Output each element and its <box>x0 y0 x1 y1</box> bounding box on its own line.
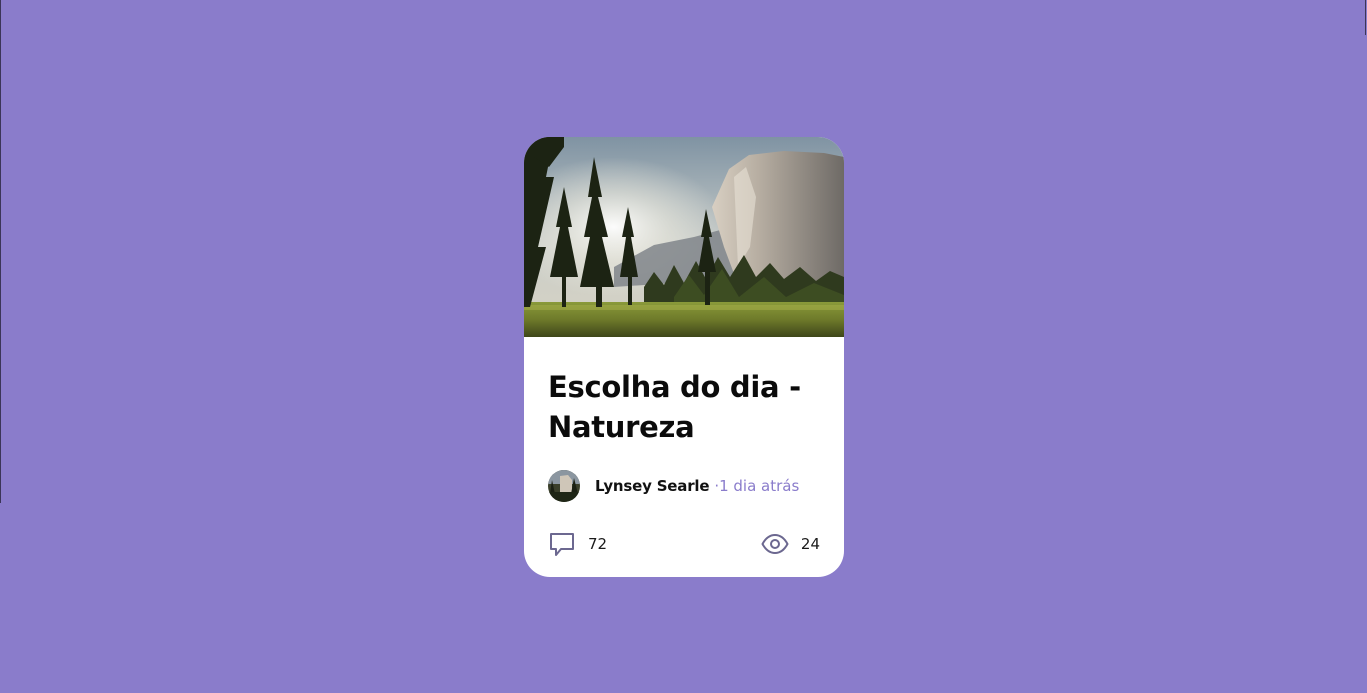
avatar-image <box>548 470 580 502</box>
post-stats: 72 24 <box>548 529 820 559</box>
author-name[interactable]: Lynsey Searle <box>595 477 710 495</box>
post-time: 1 dia atrás <box>719 477 800 495</box>
comments-count: 72 <box>588 535 608 553</box>
eye-icon <box>761 534 789 554</box>
card-body: Escolha do dia - Natureza Lynsey Searle … <box>524 337 844 503</box>
right-edge-line <box>1365 0 1366 35</box>
post-title[interactable]: Escolha do dia - Natureza <box>548 367 818 447</box>
page-background: Escolha do dia - Natureza Lynsey Searle … <box>0 0 1367 693</box>
post-card[interactable]: Escolha do dia - Natureza Lynsey Searle … <box>524 137 844 577</box>
landscape-illustration <box>524 137 844 337</box>
author-avatar[interactable] <box>548 470 580 502</box>
speech-bubble-icon <box>550 533 574 556</box>
views-count: 24 <box>800 535 820 553</box>
views-stat[interactable]: 24 <box>761 530 820 558</box>
card-hero-image <box>524 137 844 337</box>
comments-stat[interactable]: 72 <box>548 530 607 558</box>
left-edge-line <box>0 0 1 503</box>
author-row: Lynsey Searle · 1 dia atrás <box>548 469 820 503</box>
